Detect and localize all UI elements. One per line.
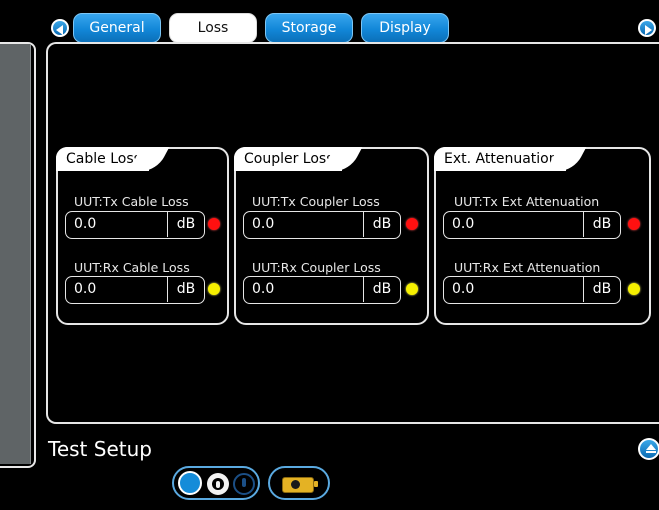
side-panel-handle[interactable] xyxy=(0,44,31,464)
group-title: Cable Loss xyxy=(56,147,149,171)
tab-general[interactable]: General xyxy=(73,13,161,43)
field-value[interactable]: 0.0 xyxy=(252,216,274,232)
power-mode-icon[interactable] xyxy=(207,473,229,495)
status-indicator-red xyxy=(406,218,418,230)
field-value[interactable]: 0.0 xyxy=(74,216,96,232)
group-title: Ext. Attenuation xyxy=(434,147,566,171)
field-value[interactable]: 0.0 xyxy=(74,281,96,297)
field-unit: dB xyxy=(583,277,620,302)
field-label: UUT:Rx Cable Loss xyxy=(74,260,190,275)
field-value[interactable]: 0.0 xyxy=(452,216,474,232)
mode-selected-icon[interactable] xyxy=(178,471,202,495)
rx-cable-loss-field[interactable]: 0.0 dB xyxy=(65,276,205,304)
power-mode-dim-icon[interactable] xyxy=(233,473,255,495)
field-unit: dB xyxy=(363,212,400,237)
group-title: Coupler Loss xyxy=(234,147,342,171)
field-unit: dB xyxy=(363,277,400,302)
page-title: Test Setup xyxy=(48,437,152,461)
ext-attenuation-group: Ext. Attenuation UUT:Tx Ext Attenuation … xyxy=(434,147,651,325)
next-tab-button[interactable] xyxy=(638,19,656,37)
tab-display[interactable]: Display xyxy=(361,13,449,43)
cable-loss-group: Cable Loss UUT:Tx Cable Loss 0.0 dB UUT:… xyxy=(56,147,229,325)
battery-button[interactable] xyxy=(268,466,330,500)
chevron-left-icon xyxy=(53,21,67,35)
field-value[interactable]: 0.0 xyxy=(452,281,474,297)
scroll-top-button[interactable] xyxy=(638,438,659,460)
field-value[interactable]: 0.0 xyxy=(252,281,274,297)
battery-tip xyxy=(314,481,318,487)
field-label: UUT:Tx Cable Loss xyxy=(74,194,189,209)
chevron-right-icon xyxy=(640,21,654,35)
field-label: UUT:Rx Coupler Loss xyxy=(252,260,381,275)
field-label: UUT:Rx Ext Attenuation xyxy=(454,260,601,275)
rx-ext-attenuation-field[interactable]: 0.0 dB xyxy=(443,276,621,304)
coupler-loss-group: Coupler Loss UUT:Tx Coupler Loss 0.0 dB … xyxy=(234,147,429,325)
status-indicator-yellow xyxy=(406,283,418,295)
prev-tab-button[interactable] xyxy=(51,19,69,37)
tx-coupler-loss-field[interactable]: 0.0 dB xyxy=(243,211,401,239)
tab-storage[interactable]: Storage xyxy=(265,13,353,43)
tx-cable-loss-field[interactable]: 0.0 dB xyxy=(65,211,205,239)
field-unit: dB xyxy=(167,212,204,237)
mode-toggle-group[interactable] xyxy=(172,466,260,500)
tx-ext-attenuation-field[interactable]: 0.0 dB xyxy=(443,211,621,239)
scroll-top-icon xyxy=(640,440,658,458)
status-indicator-yellow xyxy=(208,283,220,295)
tab-loss[interactable]: Loss xyxy=(169,13,257,43)
battery-icon xyxy=(282,477,314,493)
status-indicator-yellow xyxy=(628,283,640,295)
field-label: UUT:Tx Coupler Loss xyxy=(252,194,380,209)
field-unit: dB xyxy=(583,212,620,237)
rx-coupler-loss-field[interactable]: 0.0 dB xyxy=(243,276,401,304)
status-indicator-red xyxy=(208,218,220,230)
status-indicator-red xyxy=(628,218,640,230)
field-label: UUT:Tx Ext Attenuation xyxy=(454,194,600,209)
field-unit: dB xyxy=(167,277,204,302)
